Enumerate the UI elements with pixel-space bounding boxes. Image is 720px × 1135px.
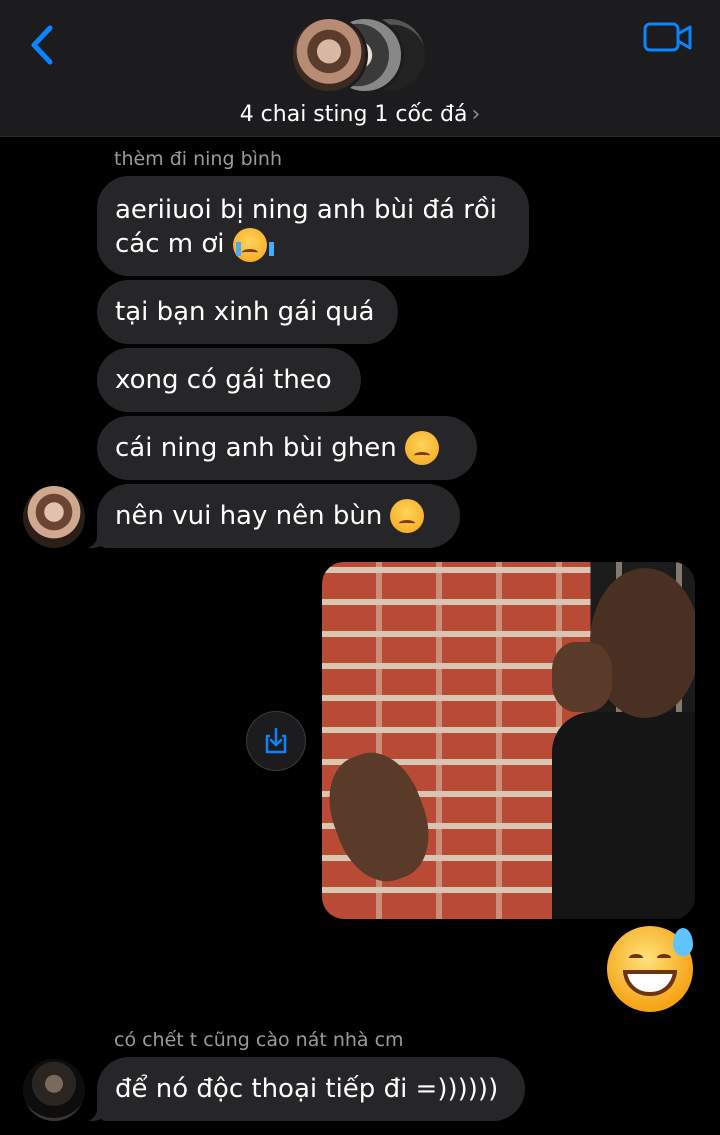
grinning-sweat-face-icon[interactable] [607, 926, 693, 1012]
chat-header: 4 chai sting 1 cốc đá › [0, 0, 720, 137]
message-bubble[interactable]: tại bạn xinh gái quá [97, 280, 398, 344]
sender-avatar[interactable] [23, 486, 85, 548]
chevron-right-icon: › [471, 102, 481, 127]
sender-avatar[interactable] [23, 1059, 85, 1121]
sweat-drop-icon [673, 928, 693, 956]
chevron-left-icon [31, 25, 53, 65]
message-bubble[interactable]: để nó độc thoại tiếp đi =)))))) [77, 1057, 525, 1121]
save-image-button[interactable] [246, 711, 306, 771]
download-icon [265, 727, 287, 754]
video-camera-icon [643, 22, 692, 52]
sent-image[interactable] [322, 562, 695, 919]
message-text: xong có gái theo [115, 365, 332, 395]
message-bubble[interactable]: aeriiuoi bị ning anh bùi đá rồi các m ơi [97, 176, 529, 276]
message-text: aeriiuoi bị ning anh bùi đá rồi các m ơi [115, 193, 497, 262]
group-avatar [290, 16, 368, 94]
group-name[interactable]: 4 chai sting 1 cốc đá › [0, 102, 720, 127]
pensive-face-icon [404, 431, 439, 465]
sender-name: thèm đi ning bình [114, 148, 282, 170]
loudly-crying-face-icon [232, 227, 274, 262]
back-button[interactable] [24, 22, 64, 68]
sender-name: có chết t cũng cào nát nhà cm [114, 1029, 404, 1051]
message-bubble[interactable]: nên vui hay nên bùn [77, 484, 460, 548]
group-avatar-stack[interactable] [290, 16, 440, 94]
group-title-text: 4 chai sting 1 cốc đá [239, 102, 468, 127]
message-bubble[interactable]: xong có gái theo [97, 348, 361, 412]
message-text: để nó độc thoại tiếp đi =)))))) [115, 1074, 499, 1104]
person-body [552, 712, 695, 919]
message-text: cái ning anh bùi ghen [115, 433, 397, 463]
message-text: tại bạn xinh gái quá [115, 297, 375, 327]
video-call-button[interactable] [640, 18, 696, 58]
message-bubble[interactable]: cái ning anh bùi ghen [97, 416, 477, 480]
pensive-face-icon [390, 499, 425, 533]
message-text: nên vui hay nên bùn [115, 501, 383, 531]
person-hand [552, 642, 612, 712]
